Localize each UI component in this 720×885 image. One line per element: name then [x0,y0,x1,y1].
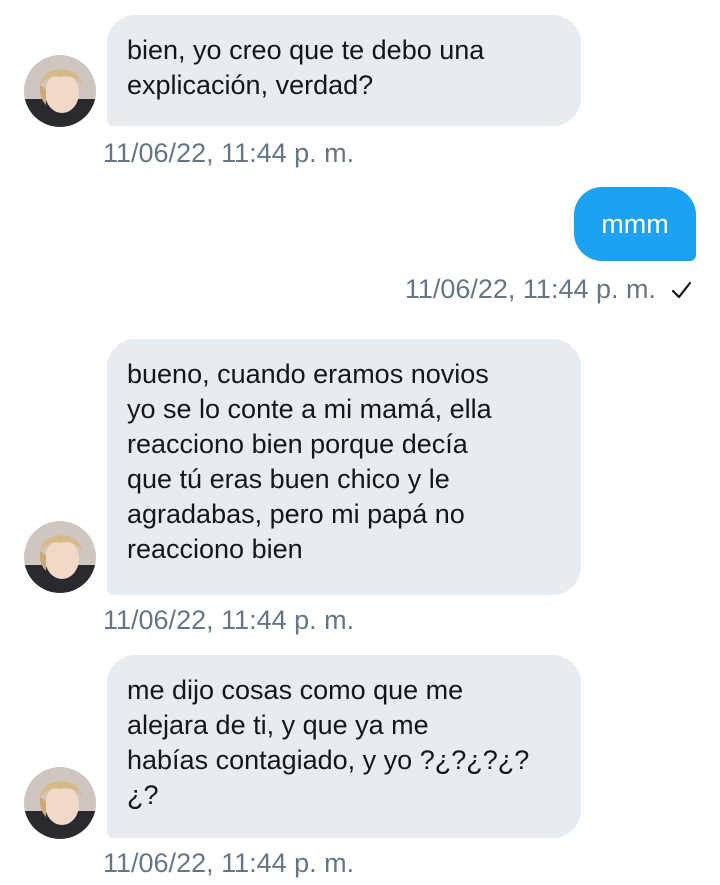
message-timestamp: 11/06/22, 11:44 p. m. [103,138,355,168]
avatar-image [24,55,96,127]
message-bubble-received[interactable]: bueno, cuando eramos novios yo se lo con… [107,339,581,595]
avatar[interactable] [24,55,96,127]
message-bubble-sent[interactable]: mmm [574,187,696,261]
message-bubble-received[interactable]: me dijo cosas como que me alejara de ti,… [107,655,581,838]
avatar-image [24,767,96,839]
message-bubble-received[interactable]: bien, yo creo que te debo una explicació… [107,15,581,126]
avatar-image [24,521,96,593]
message-timestamp: 11/06/22, 11:44 p. m. [103,605,355,635]
message-timestamp: 11/06/22, 11:44 p. m. [404,274,656,304]
message-timestamp: 11/06/22, 11:44 p. m. [103,848,355,878]
avatar[interactable] [24,767,96,839]
checkmark-icon [671,281,692,299]
avatar[interactable] [24,521,96,593]
